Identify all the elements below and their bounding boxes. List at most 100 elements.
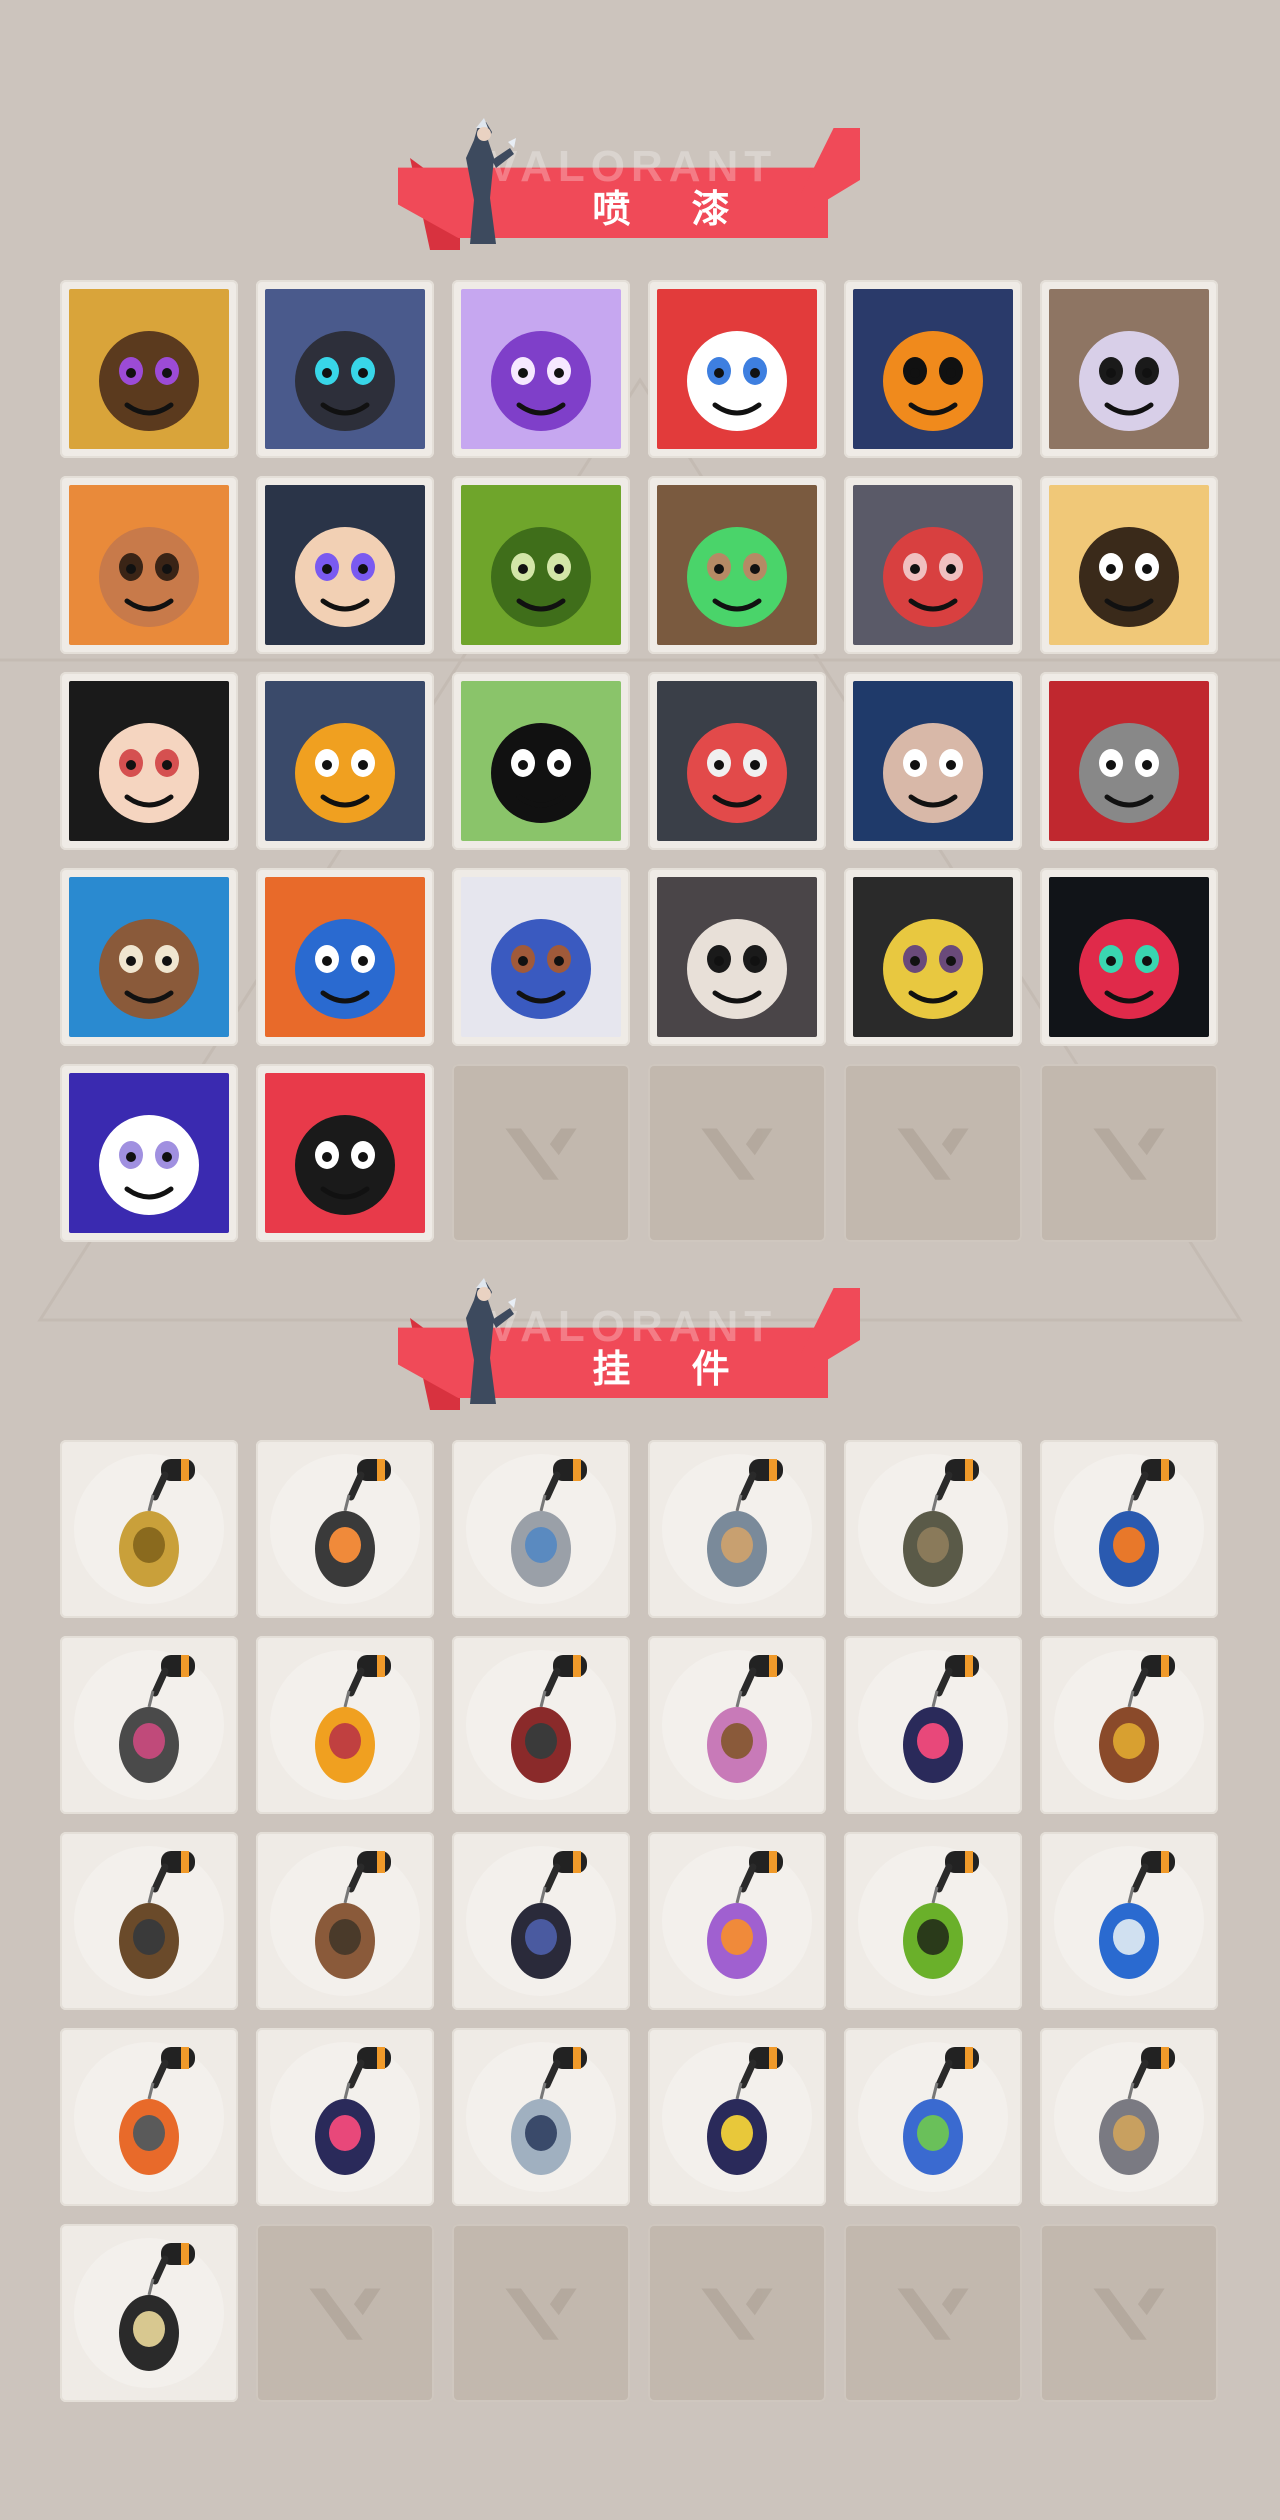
ep9-medal-icon [853,1645,1013,1805]
red-x-button-spray[interactable] [1040,672,1218,850]
green-eyes-creature-spray[interactable] [648,476,826,654]
ep9-medal-charm[interactable] [648,2028,826,2206]
bear-bell-charm[interactable] [1040,1636,1218,1814]
armored-agent-icon [461,877,621,1037]
hooded-agent-spray[interactable] [844,672,1022,850]
green-eyes-creature-icon [657,485,817,645]
braided-cord-charm[interactable] [452,1636,630,1814]
bearded-warrior-icon [69,485,229,645]
ep9-medal-charm[interactable] [844,1636,1022,1814]
crying-beaver-spray[interactable] [844,476,1022,654]
ep9-medal-charm[interactable] [256,2028,434,2206]
frog-hat-spray[interactable] [452,672,630,850]
purple-heart-spray[interactable] [452,280,630,458]
charms-banner: VALORANT 挂 件 [398,1278,860,1410]
valorant-logo-icon [505,1128,577,1180]
gray-creature-charm[interactable] [1040,2028,1218,2206]
anime-boy-spray[interactable] [256,476,434,654]
crate-box-charm[interactable] [256,1832,434,2010]
bearded-warrior-spray[interactable] [60,476,238,654]
braided-cord-icon [461,1645,621,1805]
sunglasses-raccoon-spray[interactable] [1040,280,1218,458]
valorant-logo-icon [505,2288,577,2340]
wave-bear-icon [69,877,229,1037]
sprays-banner: VALORANT 喷 漆 [398,118,860,250]
valorant-splatter-spray[interactable] [1040,868,1218,1046]
orange-top-hat-icon [853,289,1013,449]
koi-fish-spray[interactable] [256,868,434,1046]
gold-cat-icon [69,1449,229,1609]
empty-slot [1040,1064,1218,1242]
bathtub-charm[interactable] [452,1440,630,1618]
robot-drone-icon [265,1449,425,1609]
valorant-token-icon [69,2233,229,2393]
wooden-tool-charm[interactable] [60,1832,238,2010]
witch-figure-charm[interactable] [452,1832,630,2010]
candy-corn-icon [265,1645,425,1805]
radio-device-charm[interactable] [60,2028,238,2206]
empty-slot [452,2224,630,2402]
koi-fish-icon [265,877,425,1037]
spiked-blade-charm[interactable] [60,1636,238,1814]
crate-box-icon [265,1841,425,2001]
silver-agent-charm[interactable] [452,2028,630,2206]
catfish-spray[interactable] [648,868,826,1046]
agent-figure-icon [466,118,516,244]
green-box-spray[interactable] [452,476,630,654]
tiger-spray[interactable] [1040,476,1218,654]
graffiti-tag-spray[interactable] [60,1064,238,1242]
armored-animal-charm[interactable] [648,1440,826,1618]
red-valorant-logo-spray[interactable] [256,1064,434,1242]
green-handheld-icon [853,1841,1013,2001]
penguin-beanie-icon [265,681,425,841]
cupcake-charm[interactable] [648,1636,826,1814]
valorant-splatter-icon [1049,877,1209,1037]
witch-figure-icon [461,1841,621,2001]
round-bag-charm[interactable] [844,1440,1022,1618]
blue-canister-charm[interactable] [1040,1440,1218,1618]
empty-slot [648,1064,826,1242]
silver-agent-icon [461,2037,621,2197]
candy-corn-charm[interactable] [256,1636,434,1814]
angry-girl-icon [69,681,229,841]
pixel-agent-spray[interactable] [60,280,238,458]
ep9-medal-icon [265,2037,425,2197]
lava-lamp-charm[interactable] [648,1832,826,2010]
charms-grid [60,1440,1218,2402]
sunglasses-raccoon-icon [1049,289,1209,449]
lava-lamp-icon [657,1841,817,2001]
charms-title: 挂 件 [592,1347,754,1391]
bathtub-icon [461,1449,621,1609]
dark-cat-spray[interactable] [648,672,826,850]
gold-cat-charm[interactable] [60,1440,238,1618]
orange-top-hat-spray[interactable] [844,280,1022,458]
bear-bell-icon [1049,1645,1209,1805]
valorant-token-charm[interactable] [60,2224,238,2402]
robot-helmet-spray[interactable] [256,280,434,458]
red-x-button-icon [1049,681,1209,841]
wave-bear-spray[interactable] [60,868,238,1046]
crying-beaver-icon [853,485,1013,645]
sprays-title: 喷 漆 [592,187,754,231]
dark-cat-icon [657,681,817,841]
ep9-medal-icon [657,2037,817,2197]
clown-face-icon [657,289,817,449]
angry-girl-spray[interactable] [60,672,238,850]
clown-face-spray[interactable] [648,280,826,458]
blue-astronaut-charm[interactable] [1040,1832,1218,2010]
ufo-alien-charm[interactable] [844,2028,1022,2206]
anime-boy-icon [265,485,425,645]
spiked-blade-icon [69,1645,229,1805]
cupcake-icon [657,1645,817,1805]
hooded-agent-icon [853,681,1013,841]
valorant-logo-icon [1093,2288,1165,2340]
robot-helmet-icon [265,289,425,449]
armored-agent-spray[interactable] [452,868,630,1046]
penguin-beanie-spray[interactable] [256,672,434,850]
purple-heart-icon [461,289,621,449]
robot-drone-charm[interactable] [256,1440,434,1618]
green-box-icon [461,485,621,645]
pistol-mask-spray[interactable] [844,868,1022,1046]
green-handheld-charm[interactable] [844,1832,1022,2010]
empty-slot [648,2224,826,2402]
